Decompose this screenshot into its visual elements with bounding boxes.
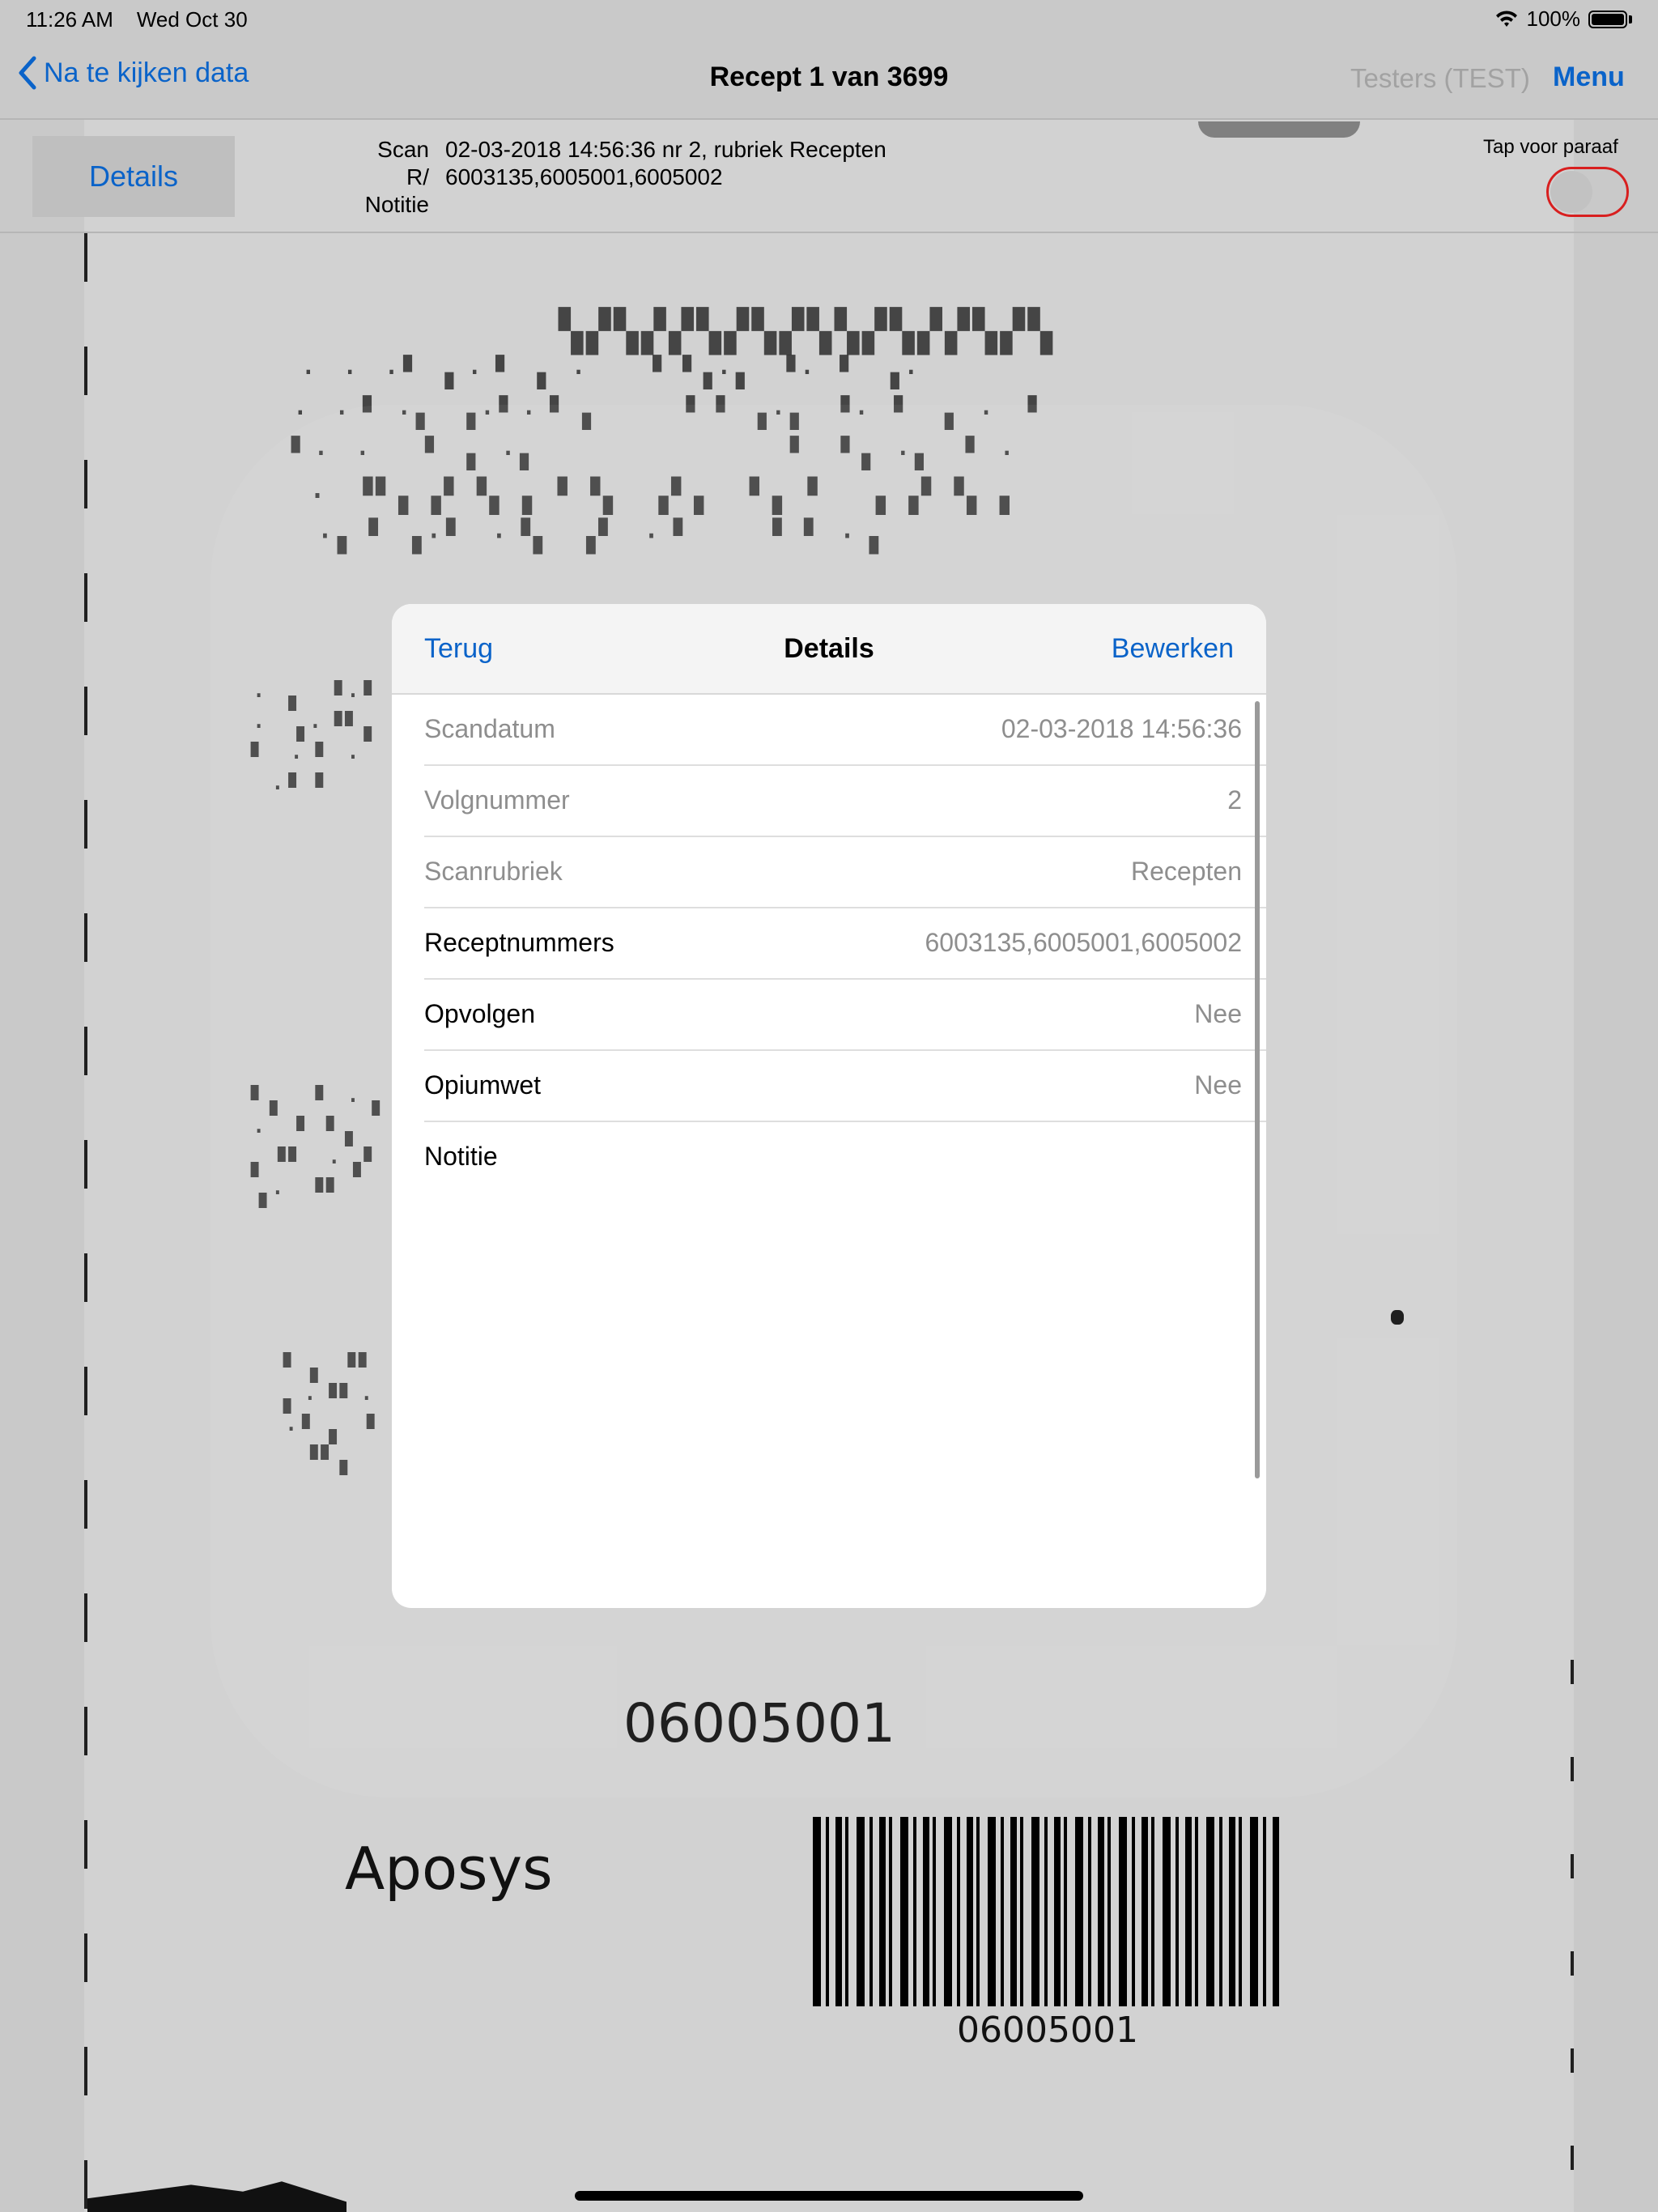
scan-noise-line: · · ·▘ ▖·▝ ▗ · ▘▝▗·▖ ▝· ▘ ▗· — [300, 356, 924, 389]
home-indicator[interactable] — [575, 2191, 1083, 2201]
battery-icon — [1588, 10, 1627, 28]
row-opiumwet[interactable]: Opiumwet Nee — [424, 1051, 1266, 1122]
battery-percentage: 100% — [1526, 6, 1581, 31]
status-date: Wed Oct 30 — [136, 7, 248, 32]
row-label: Receptnummers — [424, 928, 614, 957]
row-scandatum: Scandatum 02-03-2018 14:56:36 — [424, 695, 1266, 766]
row-label: Opiumwet — [424, 1070, 542, 1100]
toggle-knob — [1550, 171, 1592, 213]
barcode-number: 06005001 — [957, 2010, 1138, 2051]
paraaf-toggle[interactable] — [1546, 167, 1629, 217]
status-bar: 11:26 AM Wed Oct 30 100% — [0, 0, 1658, 39]
row-opvolgen[interactable]: Opvolgen Nee — [424, 980, 1266, 1051]
info-labels: Scan R/ Notitie — [340, 136, 429, 219]
row-notitie[interactable]: Notitie — [424, 1122, 1266, 1193]
info-label-notitie: Notitie — [364, 192, 429, 217]
row-label: Opvolgen — [424, 999, 535, 1028]
details-button[interactable]: Details — [32, 136, 235, 217]
row-value: Nee — [1194, 999, 1242, 1028]
modal-edit-button[interactable]: Bewerken — [1112, 633, 1234, 665]
row-value: Recepten — [1131, 857, 1242, 886]
info-value-r: 6003135,6005001,6005002 — [445, 164, 723, 189]
details-list[interactable]: Scandatum 02-03-2018 14:56:36 Volgnummer… — [392, 695, 1266, 1193]
info-label-r: R/ — [406, 164, 429, 189]
details-modal: Terug Details Bewerken Scandatum 02-03-2… — [392, 604, 1266, 1608]
row-label: Notitie — [424, 1142, 498, 1171]
row-receptnummers[interactable]: Receptnummers 6003135,6005001,6005002 — [424, 908, 1266, 980]
info-values: 02-03-2018 14:56:36 nr 2, rubriek Recept… — [445, 136, 886, 191]
user-label: Testers (TEST) — [1350, 63, 1530, 93]
battery-nub — [1629, 15, 1632, 23]
scan-edge-left — [84, 233, 87, 2212]
info-value-scan: 02-03-2018 14:56:36 nr 2, rubriek Recept… — [445, 137, 886, 162]
row-value: Nee — [1194, 1070, 1242, 1100]
wifi-icon — [1495, 10, 1517, 27]
scan-noise-header: ▚▞▚▞▞▚▞▚▞▚▚▞▚▞▞▚▞▚ — [559, 308, 1056, 355]
info-bar: Details Scan R/ Notitie 02-03-2018 14:56… — [0, 120, 1658, 233]
modal-header: Terug Details Bewerken — [392, 604, 1266, 695]
info-label-scan: Scan — [377, 137, 429, 162]
scan-brand-logo: Aposys — [345, 1835, 553, 1903]
row-label: Volgnummer — [424, 785, 570, 815]
row-label: Scandatum — [424, 714, 555, 743]
paraaf-label: Tap voor paraaf — [1483, 136, 1618, 158]
menu-button[interactable]: Menu — [1553, 62, 1625, 93]
row-value: 02-03-2018 14:56:36 — [1001, 714, 1242, 743]
row-volgnummer: Volgnummer 2 — [424, 766, 1266, 837]
row-value: 6003135,6005001,6005002 — [925, 928, 1242, 957]
row-scanrubriek: Scanrubriek Recepten — [424, 837, 1266, 908]
barcode-image — [813, 1817, 1281, 2006]
row-label: Scanrubriek — [424, 857, 563, 886]
status-time: 11:26 AM Wed Oct 30 — [26, 7, 248, 32]
navigation-bar: Na te kijken data Recept 1 van 3699 Test… — [0, 39, 1658, 120]
scan-edge-right — [1571, 1660, 1574, 2212]
row-value: 2 — [1227, 785, 1242, 815]
status-clock: 11:26 AM — [26, 7, 113, 32]
modal-scrollbar[interactable] — [1255, 701, 1260, 1478]
status-right: 100% — [1494, 6, 1632, 32]
